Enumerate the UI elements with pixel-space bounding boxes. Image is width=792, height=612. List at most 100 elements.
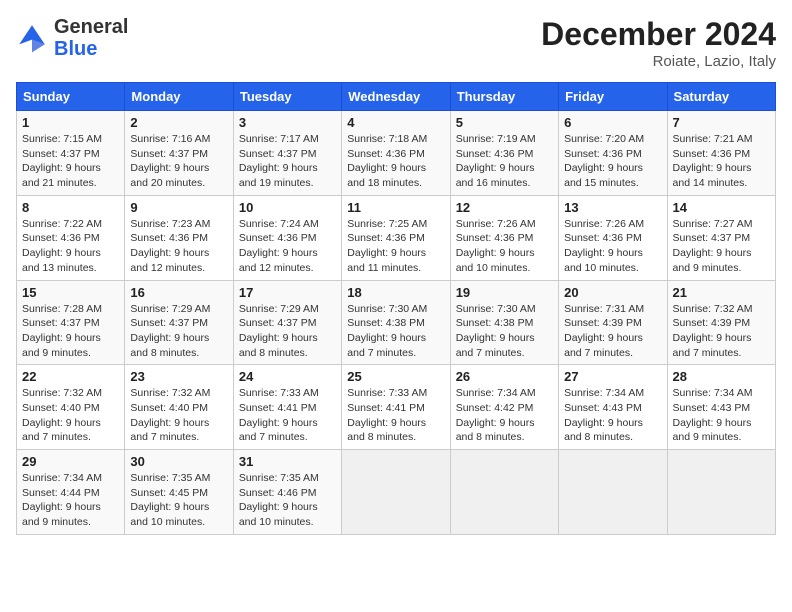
day-detail: Sunrise: 7:26 AMSunset: 4:36 PMDaylight:…	[564, 218, 644, 274]
day-of-week-header: Tuesday	[233, 83, 341, 111]
calendar-day-cell: 15 Sunrise: 7:28 AMSunset: 4:37 PMDaylig…	[17, 280, 125, 365]
day-number: 25	[347, 369, 444, 384]
calendar-day-cell: 30 Sunrise: 7:35 AMSunset: 4:45 PMDaylig…	[125, 450, 233, 535]
month-title: December 2024	[541, 16, 776, 53]
day-detail: Sunrise: 7:34 AMSunset: 4:44 PMDaylight:…	[22, 472, 102, 528]
calendar-day-cell: 11 Sunrise: 7:25 AMSunset: 4:36 PMDaylig…	[342, 195, 450, 280]
day-number: 13	[564, 200, 661, 215]
calendar-day-cell: 18 Sunrise: 7:30 AMSunset: 4:38 PMDaylig…	[342, 280, 450, 365]
day-detail: Sunrise: 7:15 AMSunset: 4:37 PMDaylight:…	[22, 133, 102, 189]
day-number: 18	[347, 285, 444, 300]
day-detail: Sunrise: 7:17 AMSunset: 4:37 PMDaylight:…	[239, 133, 319, 189]
day-detail: Sunrise: 7:31 AMSunset: 4:39 PMDaylight:…	[564, 303, 644, 359]
logo: General Blue	[16, 16, 128, 60]
day-detail: Sunrise: 7:30 AMSunset: 4:38 PMDaylight:…	[347, 303, 427, 359]
day-of-week-header: Saturday	[667, 83, 775, 111]
day-detail: Sunrise: 7:34 AMSunset: 4:42 PMDaylight:…	[456, 387, 536, 443]
day-detail: Sunrise: 7:18 AMSunset: 4:36 PMDaylight:…	[347, 133, 427, 189]
calendar-day-cell: 21 Sunrise: 7:32 AMSunset: 4:39 PMDaylig…	[667, 280, 775, 365]
calendar-day-cell: 4 Sunrise: 7:18 AMSunset: 4:36 PMDayligh…	[342, 111, 450, 196]
day-number: 2	[130, 115, 227, 130]
day-detail: Sunrise: 7:20 AMSunset: 4:36 PMDaylight:…	[564, 133, 644, 189]
location: Roiate, Lazio, Italy	[541, 53, 776, 70]
day-detail: Sunrise: 7:21 AMSunset: 4:36 PMDaylight:…	[673, 133, 753, 189]
day-number: 28	[673, 369, 770, 384]
day-of-week-header: Thursday	[450, 83, 558, 111]
day-detail: Sunrise: 7:35 AMSunset: 4:46 PMDaylight:…	[239, 472, 319, 528]
calendar-day-cell: 5 Sunrise: 7:19 AMSunset: 4:36 PMDayligh…	[450, 111, 558, 196]
calendar-day-cell: 29 Sunrise: 7:34 AMSunset: 4:44 PMDaylig…	[17, 450, 125, 535]
calendar-day-cell: 22 Sunrise: 7:32 AMSunset: 4:40 PMDaylig…	[17, 365, 125, 450]
day-number: 10	[239, 200, 336, 215]
calendar-day-cell: 23 Sunrise: 7:32 AMSunset: 4:40 PMDaylig…	[125, 365, 233, 450]
day-number: 7	[673, 115, 770, 130]
day-number: 23	[130, 369, 227, 384]
day-detail: Sunrise: 7:29 AMSunset: 4:37 PMDaylight:…	[130, 303, 210, 359]
day-of-week-header: Monday	[125, 83, 233, 111]
day-detail: Sunrise: 7:33 AMSunset: 4:41 PMDaylight:…	[239, 387, 319, 443]
day-detail: Sunrise: 7:29 AMSunset: 4:37 PMDaylight:…	[239, 303, 319, 359]
calendar-day-cell	[667, 450, 775, 535]
calendar-day-cell: 24 Sunrise: 7:33 AMSunset: 4:41 PMDaylig…	[233, 365, 341, 450]
day-detail: Sunrise: 7:32 AMSunset: 4:40 PMDaylight:…	[22, 387, 102, 443]
day-detail: Sunrise: 7:34 AMSunset: 4:43 PMDaylight:…	[564, 387, 644, 443]
calendar-day-cell: 17 Sunrise: 7:29 AMSunset: 4:37 PMDaylig…	[233, 280, 341, 365]
day-detail: Sunrise: 7:25 AMSunset: 4:36 PMDaylight:…	[347, 218, 427, 274]
calendar-day-cell	[342, 450, 450, 535]
calendar-day-cell: 3 Sunrise: 7:17 AMSunset: 4:37 PMDayligh…	[233, 111, 341, 196]
calendar-day-cell: 19 Sunrise: 7:30 AMSunset: 4:38 PMDaylig…	[450, 280, 558, 365]
day-number: 4	[347, 115, 444, 130]
day-number: 24	[239, 369, 336, 384]
calendar-day-cell: 1 Sunrise: 7:15 AMSunset: 4:37 PMDayligh…	[17, 111, 125, 196]
calendar-day-cell: 7 Sunrise: 7:21 AMSunset: 4:36 PMDayligh…	[667, 111, 775, 196]
day-number: 5	[456, 115, 553, 130]
day-detail: Sunrise: 7:19 AMSunset: 4:36 PMDaylight:…	[456, 133, 536, 189]
day-number: 26	[456, 369, 553, 384]
calendar-day-cell	[450, 450, 558, 535]
page-header: General Blue December 2024 Roiate, Lazio…	[16, 16, 776, 70]
day-number: 27	[564, 369, 661, 384]
calendar-day-cell: 2 Sunrise: 7:16 AMSunset: 4:37 PMDayligh…	[125, 111, 233, 196]
day-detail: Sunrise: 7:22 AMSunset: 4:36 PMDaylight:…	[22, 218, 102, 274]
calendar-day-cell: 28 Sunrise: 7:34 AMSunset: 4:43 PMDaylig…	[667, 365, 775, 450]
day-number: 16	[130, 285, 227, 300]
day-number: 30	[130, 454, 227, 469]
day-number: 6	[564, 115, 661, 130]
day-detail: Sunrise: 7:26 AMSunset: 4:36 PMDaylight:…	[456, 218, 536, 274]
day-detail: Sunrise: 7:35 AMSunset: 4:45 PMDaylight:…	[130, 472, 210, 528]
day-number: 21	[673, 285, 770, 300]
calendar-day-cell: 12 Sunrise: 7:26 AMSunset: 4:36 PMDaylig…	[450, 195, 558, 280]
calendar-day-cell: 20 Sunrise: 7:31 AMSunset: 4:39 PMDaylig…	[559, 280, 667, 365]
calendar-day-cell: 9 Sunrise: 7:23 AMSunset: 4:36 PMDayligh…	[125, 195, 233, 280]
day-number: 3	[239, 115, 336, 130]
day-number: 15	[22, 285, 119, 300]
calendar-day-cell: 27 Sunrise: 7:34 AMSunset: 4:43 PMDaylig…	[559, 365, 667, 450]
calendar-day-cell: 13 Sunrise: 7:26 AMSunset: 4:36 PMDaylig…	[559, 195, 667, 280]
day-detail: Sunrise: 7:33 AMSunset: 4:41 PMDaylight:…	[347, 387, 427, 443]
logo-icon	[16, 22, 48, 54]
calendar-day-cell: 14 Sunrise: 7:27 AMSunset: 4:37 PMDaylig…	[667, 195, 775, 280]
calendar-day-cell: 8 Sunrise: 7:22 AMSunset: 4:36 PMDayligh…	[17, 195, 125, 280]
day-number: 11	[347, 200, 444, 215]
day-number: 1	[22, 115, 119, 130]
day-of-week-header: Sunday	[17, 83, 125, 111]
day-number: 22	[22, 369, 119, 384]
day-detail: Sunrise: 7:23 AMSunset: 4:36 PMDaylight:…	[130, 218, 210, 274]
title-block: December 2024 Roiate, Lazio, Italy	[541, 16, 776, 70]
day-number: 8	[22, 200, 119, 215]
day-number: 14	[673, 200, 770, 215]
logo-text: General Blue	[54, 16, 128, 60]
day-number: 12	[456, 200, 553, 215]
calendar-day-cell: 10 Sunrise: 7:24 AMSunset: 4:36 PMDaylig…	[233, 195, 341, 280]
day-number: 31	[239, 454, 336, 469]
calendar-day-cell: 26 Sunrise: 7:34 AMSunset: 4:42 PMDaylig…	[450, 365, 558, 450]
day-detail: Sunrise: 7:24 AMSunset: 4:36 PMDaylight:…	[239, 218, 319, 274]
day-detail: Sunrise: 7:28 AMSunset: 4:37 PMDaylight:…	[22, 303, 102, 359]
day-detail: Sunrise: 7:16 AMSunset: 4:37 PMDaylight:…	[130, 133, 210, 189]
calendar-day-cell: 16 Sunrise: 7:29 AMSunset: 4:37 PMDaylig…	[125, 280, 233, 365]
calendar-day-cell: 6 Sunrise: 7:20 AMSunset: 4:36 PMDayligh…	[559, 111, 667, 196]
day-number: 20	[564, 285, 661, 300]
calendar-day-cell: 31 Sunrise: 7:35 AMSunset: 4:46 PMDaylig…	[233, 450, 341, 535]
day-detail: Sunrise: 7:27 AMSunset: 4:37 PMDaylight:…	[673, 218, 753, 274]
day-detail: Sunrise: 7:34 AMSunset: 4:43 PMDaylight:…	[673, 387, 753, 443]
